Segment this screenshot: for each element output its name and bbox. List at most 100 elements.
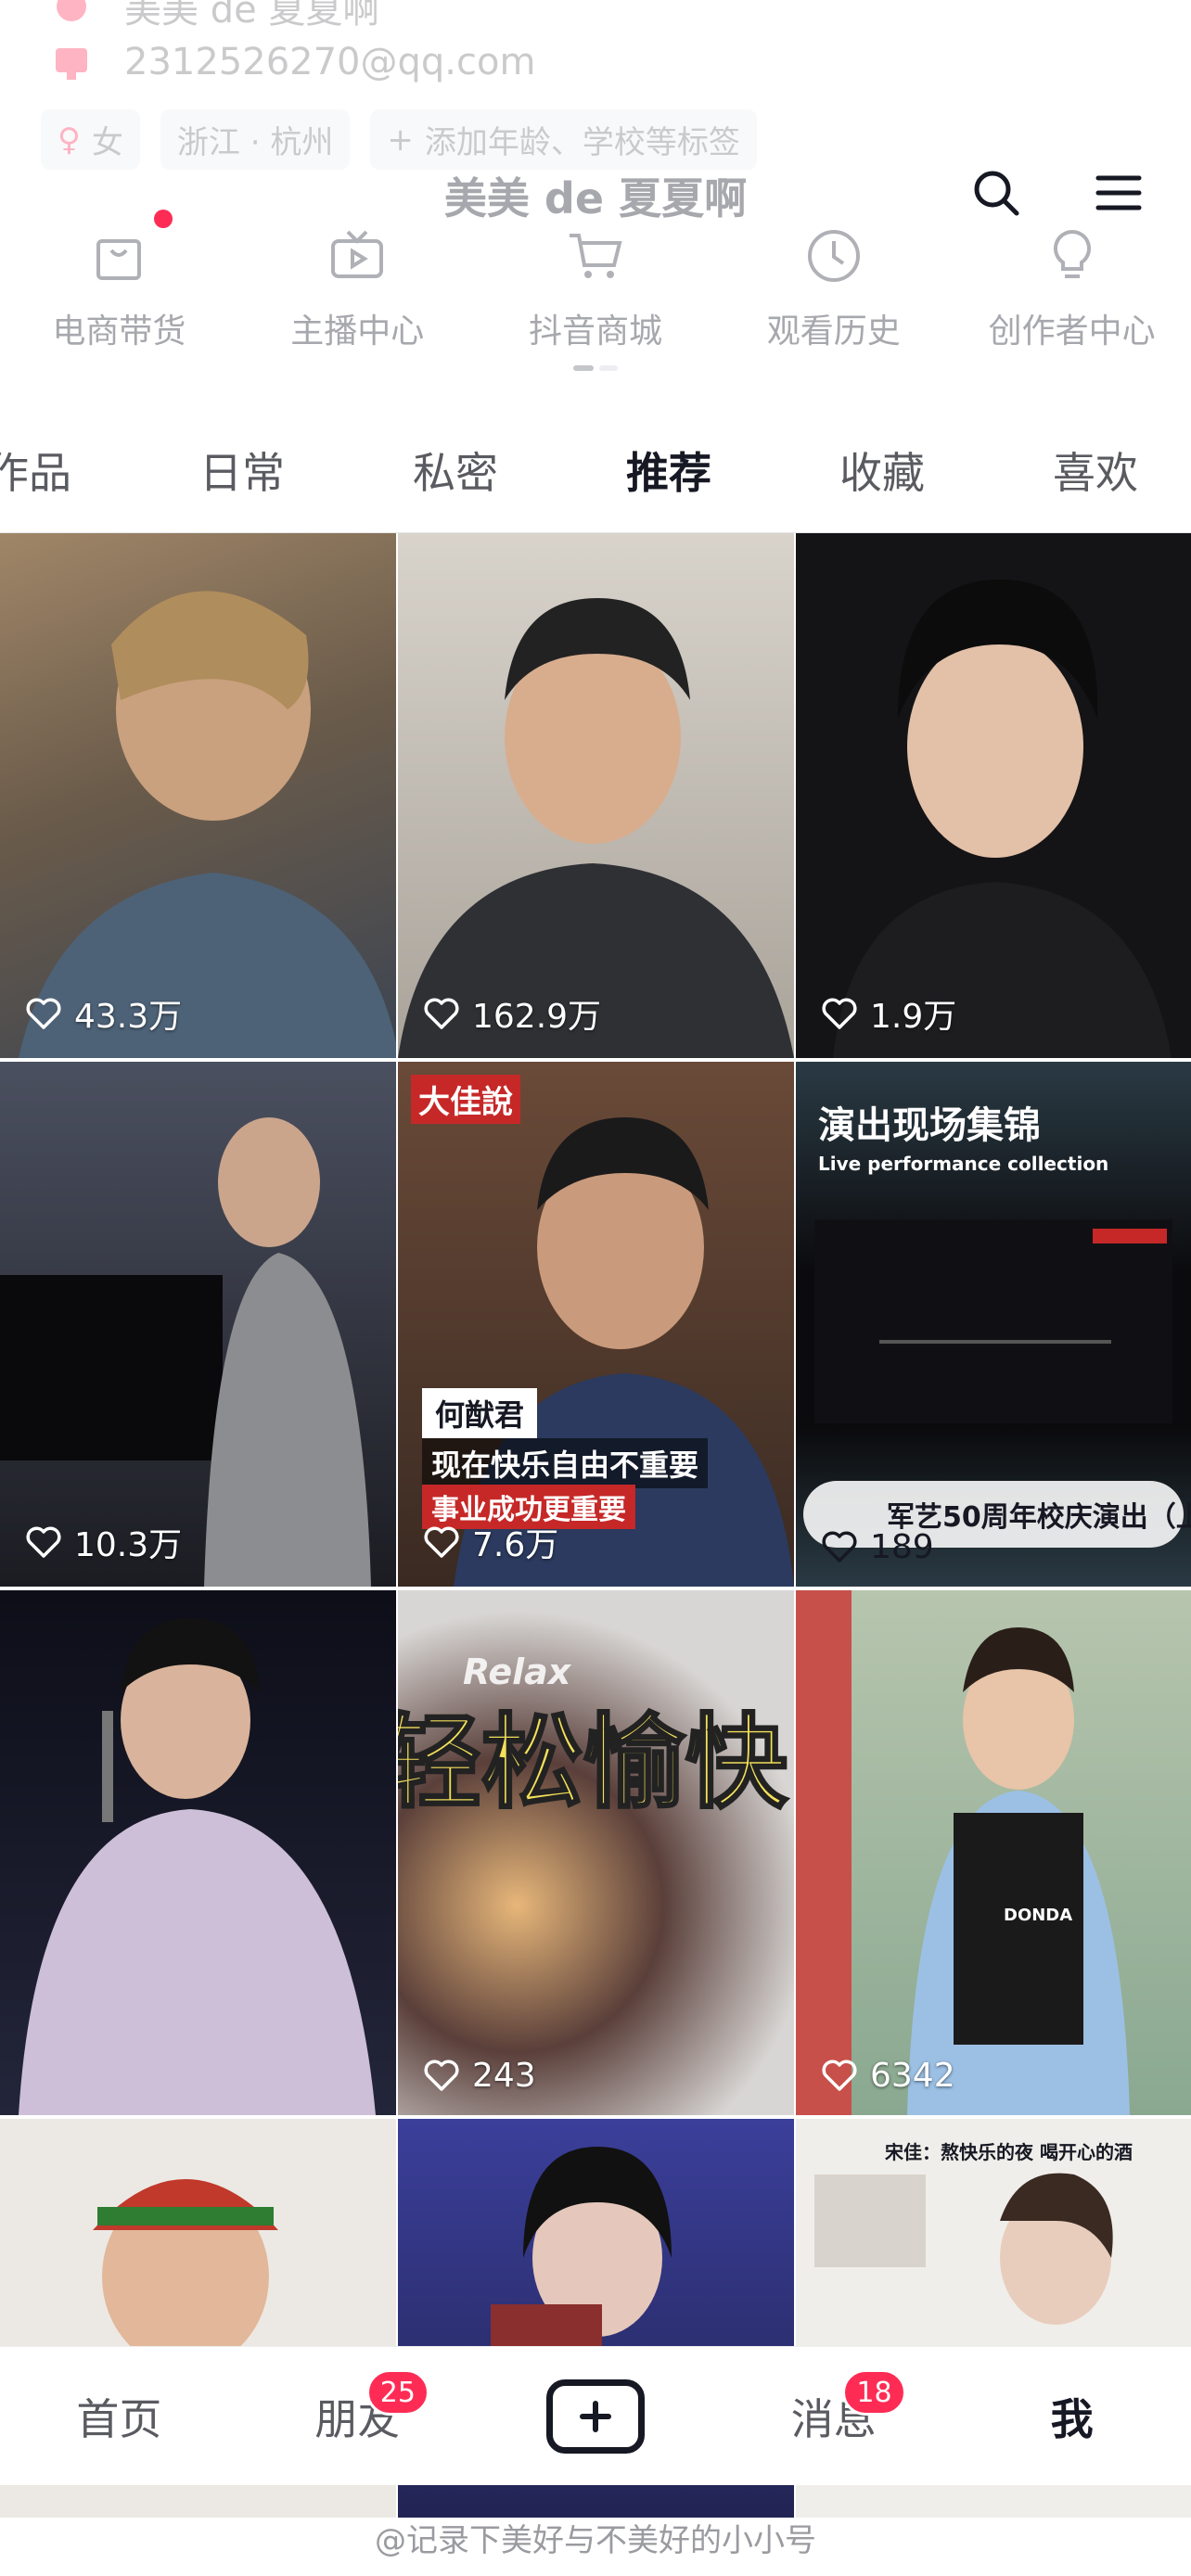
profile-email-row: 2312526270@qq.com: [52, 41, 535, 83]
tab-label: 私密: [413, 448, 498, 498]
feature-label: 创作者中心: [988, 312, 1156, 351]
watermark: @记录下美好与不美好的小小号: [375, 2522, 816, 2559]
page-dot-active: [573, 365, 594, 371]
like-count-value: 6342: [870, 2056, 955, 2095]
video-thumbnail-6[interactable]: 演出现场集锦 Live performance collection 军艺50周…: [796, 1062, 1191, 1587]
heart-icon: [26, 1526, 61, 1558]
video-subtitle-overlay: Live performance collection: [818, 1153, 1109, 1175]
like-count: 6342: [820, 2056, 955, 2095]
nav-label: 首页: [76, 2393, 162, 2444]
female-icon: ♀: [58, 121, 81, 159]
shirt-text: DONDA: [1004, 1906, 1073, 1925]
clock-icon: [807, 230, 860, 282]
thumbnail-art: [19, 1618, 376, 2115]
profile-email: 2312526270@qq.com: [124, 41, 536, 83]
heart-icon: [424, 2060, 459, 2091]
thumbnail-art: [833, 580, 1172, 1058]
like-count: 162.9万: [422, 989, 601, 1038]
thumbnail-art: [19, 591, 396, 1058]
like-count: 43.3万: [24, 989, 182, 1038]
heart-icon: [822, 1531, 857, 1562]
notification-dot: [154, 210, 173, 228]
bottom-nav: 首页 朋友 25 消息 18 我: [0, 2346, 1191, 2485]
video-thumbnail-9[interactable]: DONDA 6342: [796, 1590, 1191, 2115]
profile-name-faded: 美美 de 夏夏啊: [124, 0, 380, 32]
profile-tags: ♀ 女 浙江 · 杭州 + 添加年龄、学校等标签: [41, 109, 757, 170]
nav-home[interactable]: 首页: [0, 2347, 238, 2485]
thumbnail-art: [398, 598, 794, 1058]
feature-mall[interactable]: 抖音商城: [477, 223, 715, 362]
video-grid: 43.3万 162.9万 1.9万 10.3万 大佳說 何猷君 现在快乐自由不重…: [0, 533, 1191, 2518]
profile-icon: [52, 0, 91, 26]
video-name-label: 何猷君: [422, 1388, 538, 1438]
feature-creator-center[interactable]: 创作者中心: [953, 223, 1191, 362]
tab-label: 作品: [0, 448, 71, 498]
tab-label: 日常: [199, 448, 285, 498]
nav-create[interactable]: [477, 2347, 715, 2485]
profile-info-faded: 美美 de 夏夏啊 2312526270@qq.com ♀ 女 浙江 · 杭州 …: [0, 0, 1191, 170]
email-icon: [52, 43, 91, 82]
tab-daily[interactable]: 日常: [135, 436, 349, 529]
tab-label: 收藏: [839, 448, 925, 498]
tag-gender[interactable]: ♀ 女: [41, 109, 140, 170]
nav-me[interactable]: 我: [953, 2347, 1191, 2485]
video-thumbnail-4[interactable]: 10.3万: [0, 1062, 396, 1587]
video-thumbnail-7[interactable]: [0, 1590, 396, 2115]
video-thumbnail-3[interactable]: 1.9万: [796, 533, 1191, 1058]
thumbnail-art: [0, 1117, 371, 1587]
search-icon[interactable]: [968, 165, 1024, 221]
lightbulb-icon: [1053, 229, 1091, 278]
like-count: 189: [820, 1527, 934, 1566]
like-count: 1.9万: [820, 989, 956, 1038]
heart-icon: [26, 998, 61, 1029]
feature-label: 电商带货: [52, 312, 186, 351]
feature-label: 抖音商城: [528, 312, 662, 351]
tag-location[interactable]: 浙江 · 杭州: [160, 109, 351, 170]
tab-likes[interactable]: 喜欢: [989, 436, 1191, 529]
shopping-bag-icon: [96, 239, 142, 280]
like-count-value: 1.9万: [870, 998, 957, 1036]
like-count-value: 162.9万: [472, 998, 602, 1036]
tab-recommended[interactable]: 推荐: [562, 436, 775, 538]
tab-works[interactable]: 作品: [0, 436, 135, 529]
like-count: 7.6万: [422, 1518, 558, 1566]
nav-friends[interactable]: 朋友 25: [238, 2347, 477, 2485]
like-count-value: 43.3万: [74, 998, 183, 1036]
video-title-overlay: 演出现场集锦: [818, 1104, 1041, 1147]
heart-icon: [424, 1526, 459, 1558]
tab-favorites[interactable]: 收藏: [775, 436, 989, 529]
video-title-overlay: 轻松愉快: [398, 1702, 789, 1824]
feature-ecommerce[interactable]: 电商带货: [0, 210, 238, 362]
page-dot: [599, 365, 618, 371]
video-caption-overlay: 宋佳：熬快乐的夜 喝开心的酒: [885, 2141, 1133, 2163]
like-count: 243: [422, 2056, 536, 2095]
nav-messages[interactable]: 消息 18: [714, 2347, 953, 2485]
like-count-value: 7.6万: [472, 1526, 559, 1564]
video-caption-line1: 现在快乐自由不重要: [422, 1438, 709, 1488]
feature-history[interactable]: 观看历史: [714, 223, 953, 362]
video-thumbnail-1[interactable]: 43.3万: [0, 533, 396, 1058]
nav-label: 我: [1050, 2393, 1094, 2444]
video-thumbnail-8[interactable]: Relax 轻松愉快 243: [398, 1590, 794, 2115]
page-indicator: [573, 365, 618, 371]
feature-streamer-center[interactable]: 主播中心: [238, 223, 477, 362]
cart-icon: [569, 234, 622, 278]
video-thumbnail-5[interactable]: 大佳說 何猷君 现在快乐自由不重要 事业成功更重要 7.6万: [398, 1062, 794, 1587]
like-count: 10.3万: [24, 1518, 182, 1566]
plus-icon: +: [387, 121, 414, 159]
thumbnail-art: [796, 1590, 1130, 2115]
tag-add[interactable]: + 添加年龄、学校等标签: [370, 109, 757, 170]
like-count-value: 10.3万: [74, 1526, 183, 1564]
tv-play-icon: [331, 230, 384, 278]
feature-label: 主播中心: [290, 312, 425, 351]
heart-icon: [822, 998, 857, 1029]
video-thumbnail-2[interactable]: 162.9万: [398, 533, 794, 1058]
tab-private[interactable]: 私密: [349, 436, 562, 529]
feature-label: 观看历史: [766, 312, 901, 351]
heart-icon: [822, 2060, 857, 2091]
messages-badge: 18: [842, 2369, 906, 2416]
profile-name-row: 美美 de 夏夏啊: [52, 0, 379, 33]
menu-icon[interactable]: [1091, 165, 1146, 221]
tag-label: 女: [91, 124, 123, 161]
like-count-value: 243: [472, 2056, 536, 2095]
